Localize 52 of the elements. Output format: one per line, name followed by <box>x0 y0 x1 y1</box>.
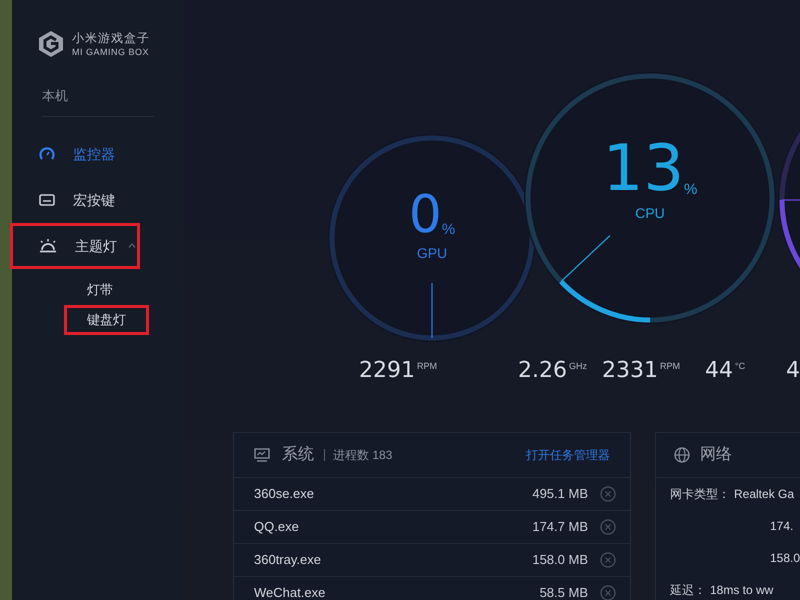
stat-value: 4. <box>786 360 800 382</box>
memory-usage: 158.0 MB <box>532 551 588 570</box>
section-label: 本机 <box>42 86 154 116</box>
close-icon[interactable] <box>600 585 616 600</box>
task-manager-link[interactable]: 打开任务管理器 <box>526 446 610 464</box>
process-name: QQ.exe <box>254 518 299 536</box>
gauge-value: 0 <box>408 188 442 241</box>
stat-unit: GHz <box>568 360 587 373</box>
memory-usage: 174.7 MB <box>532 518 588 536</box>
close-icon[interactable] <box>600 519 616 535</box>
globe-icon <box>674 447 690 463</box>
network-value: 174. <box>770 518 794 535</box>
process-name: WeChat.exe <box>254 584 326 600</box>
gauge-label: CPU <box>635 204 665 224</box>
process-name: 360se.exe <box>254 485 314 504</box>
network-label: 网卡类型： <box>670 486 730 503</box>
gauge-unit: % <box>442 222 456 237</box>
stat-value: 2331 <box>602 360 658 382</box>
gauge-icon <box>39 146 55 160</box>
stat-value: 2291 <box>359 360 415 382</box>
process-name: 360tray.exe <box>254 551 321 570</box>
monitor-icon <box>254 448 270 462</box>
sidebar-subitem[interactable]: 键盘灯 <box>64 304 149 334</box>
gauge-unit: % <box>684 182 698 198</box>
logo-icon <box>38 30 64 58</box>
sidebar-subitem[interactable]: 灯带 <box>64 274 136 304</box>
process-count: 进程数 183 <box>333 447 392 464</box>
stat-value: 44 <box>705 360 733 382</box>
app-name: 小米游戏盒子 <box>72 30 150 46</box>
stat-unit: °C <box>735 360 746 373</box>
close-icon[interactable] <box>600 552 616 568</box>
stat-unit: RPM <box>660 360 680 373</box>
app-subtitle: MI GAMING BOX <box>72 46 150 58</box>
gauge-label: GPU <box>416 244 448 263</box>
stat-unit: RPM <box>417 360 437 373</box>
network-value: Realtek Ga <box>734 486 794 503</box>
panel-title: 系统 <box>282 444 314 465</box>
panel-title: 网络 <box>700 445 732 465</box>
memory-usage: 495.1 MB <box>532 485 588 504</box>
keyboard-icon <box>39 194 55 206</box>
caret-icon[interactable] <box>128 243 136 248</box>
sidebar-item[interactable]: 宏按键 <box>10 176 140 222</box>
lamp-icon <box>39 238 57 252</box>
memory-usage: 58.5 MB <box>540 584 588 600</box>
sidebar-item[interactable]: 主题灯 <box>10 222 140 268</box>
network-label: 延迟： <box>670 582 706 599</box>
network-value: 158.0 <box>770 550 800 567</box>
network-value: 18ms to ww <box>710 582 774 599</box>
gauge-value: 13 <box>602 137 684 202</box>
close-icon[interactable] <box>600 486 616 502</box>
sidebar-item[interactable]: 监控器 <box>10 130 140 176</box>
stat-value: 2.26 <box>518 360 567 382</box>
